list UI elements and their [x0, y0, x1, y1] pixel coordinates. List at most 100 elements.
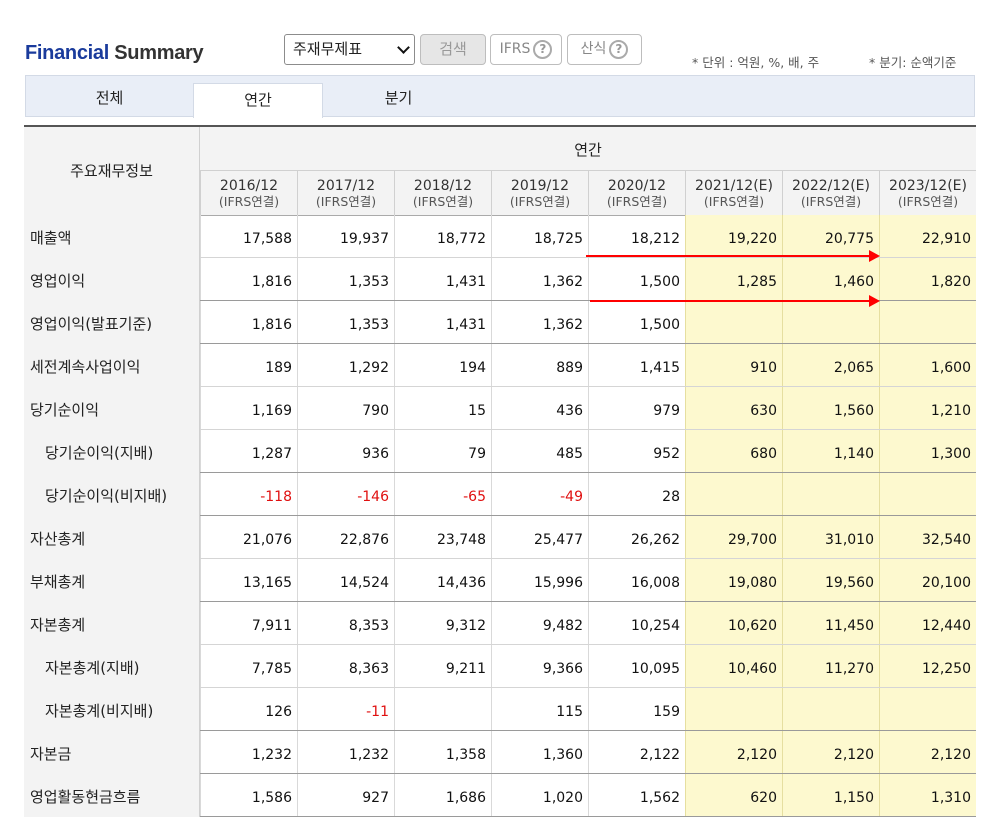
- table-cell: 126: [200, 688, 297, 730]
- row-label: 영업활동현금흐름: [30, 788, 141, 806]
- table-cell: 1,816: [200, 301, 297, 343]
- column-year: 2018/12: [413, 178, 473, 194]
- annual-group-header: 연간: [200, 127, 976, 171]
- table-cell: 620: [685, 774, 782, 816]
- row-label: 자본총계(비지배): [45, 702, 154, 720]
- table-cell: 485: [491, 430, 588, 472]
- column-basis: (IFRS연결): [412, 194, 474, 209]
- search-button[interactable]: 검색: [420, 34, 486, 65]
- table-cell: 115: [491, 688, 588, 730]
- table-cell: 1,360: [491, 731, 588, 773]
- title-financial: Financial: [25, 42, 109, 64]
- row-label: 당기순이익(지배): [45, 444, 154, 462]
- table-cell: 194: [394, 344, 491, 386]
- period-tabs: 전체 연간 분기: [25, 75, 975, 118]
- table-cell: [879, 688, 976, 730]
- title-summary: Summary: [114, 42, 204, 64]
- table-cell: 889: [491, 344, 588, 386]
- row-label: 당기순이익: [30, 401, 100, 419]
- table-cell: 630: [685, 387, 782, 429]
- table-row: 영업활동현금흐름 1,586 927 1,686 1,020 1,562 620 1,150 1…: [24, 774, 976, 817]
- table-cell: [879, 473, 976, 515]
- column-header: 2021/12(E) (IFRS연결): [685, 171, 782, 215]
- table-cell: 7,911: [200, 602, 297, 644]
- label-header: 주요재무정보: [24, 127, 200, 215]
- table-cell: 1,820: [879, 258, 976, 300]
- table-cell: 910: [685, 344, 782, 386]
- column-year: 2020/12: [607, 178, 667, 194]
- table-cell: 10,620: [685, 602, 782, 644]
- annotation-arrow: [586, 250, 880, 262]
- table-row: 당기순이익(지배) 1,287 936 79 485 952 680 1,140 1,300: [24, 430, 976, 473]
- column-header: 2020/12 (IFRS연결): [588, 171, 685, 215]
- table-row: 부채총계 13,165 14,524 14,436 15,996 16,008 19,080…: [24, 559, 976, 602]
- column-basis: (IFRS연결): [897, 194, 959, 209]
- table-row: 자본금 1,232 1,232 1,358 1,360 2,122 2,120 2,120 2,…: [24, 731, 976, 774]
- statement-select-value: 주재무제표: [293, 40, 363, 58]
- table-cell: 19,560: [782, 559, 879, 601]
- tab-annual[interactable]: 연간: [193, 83, 323, 118]
- table-cell: 26,262: [588, 516, 685, 558]
- table-cell: 12,250: [879, 645, 976, 687]
- table-cell: 13,165: [200, 559, 297, 601]
- table-cell: 8,353: [297, 602, 394, 644]
- table-cell: 22,876: [297, 516, 394, 558]
- table-cell: 2,122: [588, 731, 685, 773]
- column-basis: (IFRS연결): [703, 194, 765, 209]
- statement-select[interactable]: 주재무제표: [284, 34, 415, 65]
- question-icon: ?: [609, 39, 629, 59]
- row-label: 자본총계: [30, 616, 86, 634]
- tab-all[interactable]: 전체: [26, 76, 193, 117]
- table-cell: 28: [588, 473, 685, 515]
- table-cell: 1,586: [200, 774, 297, 816]
- table-cell: 21,076: [200, 516, 297, 558]
- table-cell: 1,140: [782, 430, 879, 472]
- table-row: 당기순이익(비지배) -118 -146 -65 -49 28: [24, 473, 976, 516]
- table-row: 영업이익 1,816 1,353 1,431 1,362 1,500 1,285 1,460 1…: [24, 258, 976, 301]
- table-cell: [782, 301, 879, 343]
- table-cell: 20,100: [879, 559, 976, 601]
- table-cell: 2,120: [782, 731, 879, 773]
- column-year: 2017/12: [316, 178, 376, 194]
- formula-help-button[interactable]: 산식?: [567, 34, 642, 65]
- table-cell: 1,292: [297, 344, 394, 386]
- table-cell: 7,785: [200, 645, 297, 687]
- column-header: 2022/12(E) (IFRS연결): [782, 171, 879, 215]
- table-cell: 1,500: [588, 301, 685, 343]
- table-cell: 32,540: [879, 516, 976, 558]
- ifrs-button-label: IFRS: [499, 41, 531, 57]
- table-cell: [782, 688, 879, 730]
- table-cell: 1,362: [491, 258, 588, 300]
- table-cell: [879, 301, 976, 343]
- table-cell: 14,524: [297, 559, 394, 601]
- row-label: 자본금: [30, 745, 72, 763]
- annotation-arrow: [590, 295, 880, 307]
- column-basis: (IFRS연결): [606, 194, 668, 209]
- ifrs-help-button[interactable]: IFRS?: [490, 34, 562, 65]
- table-cell: 2,065: [782, 344, 879, 386]
- table-cell: 10,254: [588, 602, 685, 644]
- row-label: 자본총계(지배): [45, 659, 140, 677]
- table-cell: 1,285: [685, 258, 782, 300]
- page-title: Financial Summary: [25, 42, 204, 65]
- table-cell: 20,775: [782, 215, 879, 257]
- table-cell: 15,996: [491, 559, 588, 601]
- table-cell: 9,366: [491, 645, 588, 687]
- table-header: 주요재무정보 연간 2016/12 (IFRS연결) 2017/12 (IFRS연결)…: [24, 127, 976, 216]
- table-cell: 79: [394, 430, 491, 472]
- table-cell: 18,725: [491, 215, 588, 257]
- table-cell: 31,010: [782, 516, 879, 558]
- financial-table: 주요재무정보 연간 2016/12 (IFRS연결) 2017/12 (IFRS연결)…: [24, 125, 976, 817]
- column-header: 2019/12 (IFRS연결): [491, 171, 588, 215]
- tab-quarterly[interactable]: 분기: [331, 76, 466, 117]
- table-cell: 9,211: [394, 645, 491, 687]
- table-cell: 1,353: [297, 301, 394, 343]
- column-year: 2021/12(E): [695, 178, 773, 194]
- table-cell: [685, 688, 782, 730]
- row-label: 영업이익: [30, 272, 86, 290]
- table-cell: 936: [297, 430, 394, 472]
- chevron-down-icon: [397, 41, 410, 54]
- table-cell: 22,910: [879, 215, 976, 257]
- column-basis: (IFRS연결): [218, 194, 280, 209]
- column-year: 2019/12: [510, 178, 570, 194]
